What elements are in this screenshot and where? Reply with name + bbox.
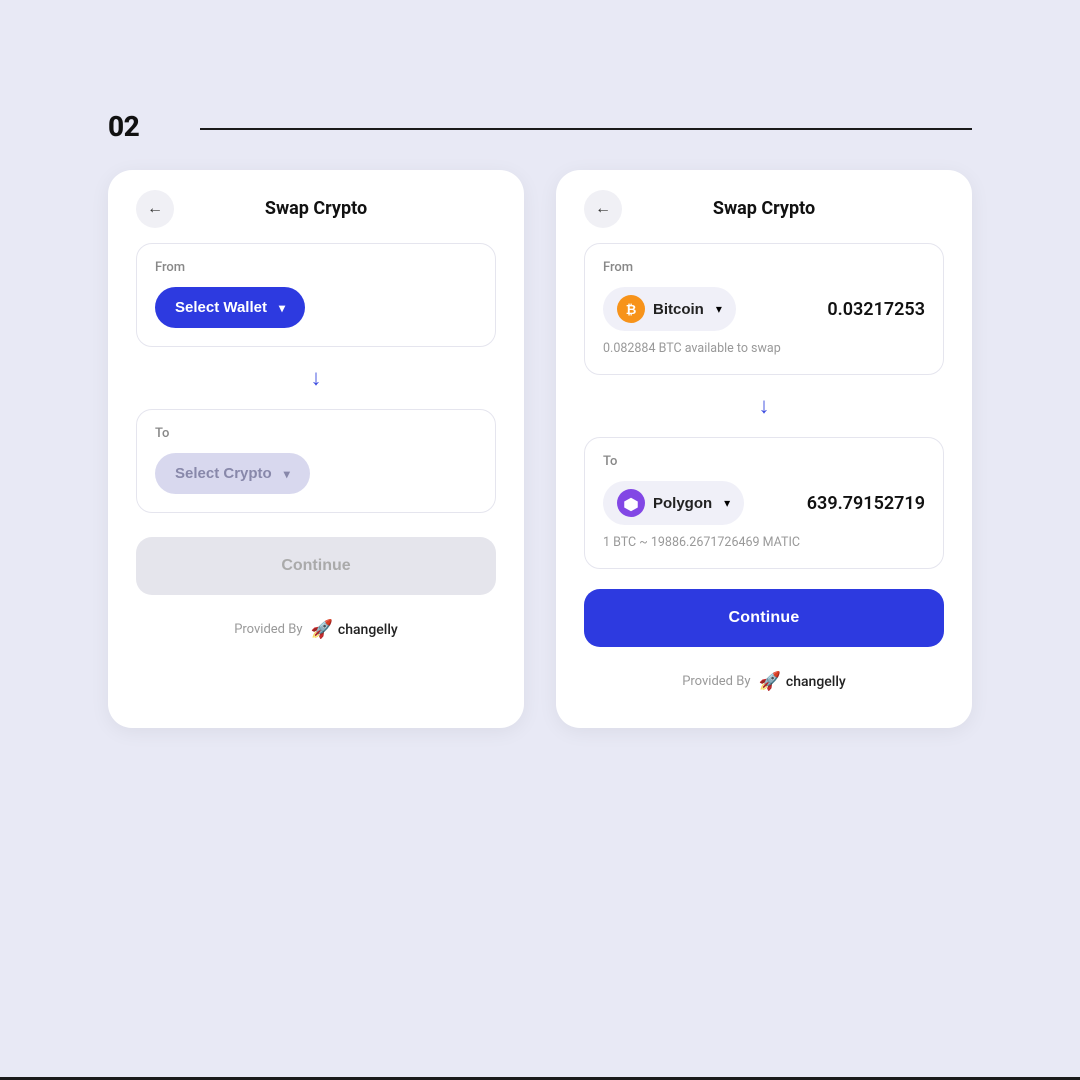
polygon-selector[interactable]: Polygon ▾ [603, 481, 744, 525]
polygon-chevron-icon: ▾ [724, 496, 730, 510]
card-filled-state: ← Swap Crypto From ₿ Bitcoin ▾ 0.0321725… [556, 170, 972, 728]
card2-from-label: From [603, 260, 925, 275]
card1-changelly-logo: 🚀 changelly [311, 619, 398, 640]
card2-changelly-logo: 🚀 changelly [759, 671, 846, 692]
card1-to-label: To [155, 426, 477, 441]
card1-back-button[interactable]: ← [136, 190, 174, 228]
card1-provided-by: Provided By 🚀 changelly [136, 619, 496, 640]
card2-changelly-rocket-icon: 🚀 [759, 671, 781, 692]
cards-container: ← Swap Crypto From Select Wallet ▾ ↓ To … [108, 170, 972, 728]
polygon-icon [617, 489, 645, 517]
chevron-down-icon-2: ▾ [284, 467, 290, 481]
card1-to-section: To Select Crypto ▾ [136, 409, 496, 513]
card2-to-section: To Polygon ▾ 639.79152719 1 BTC ~ 19886.… [584, 437, 944, 569]
card1-title: Swap Crypto [265, 198, 367, 219]
card2-title: Swap Crypto [713, 198, 815, 219]
bitcoin-chevron-icon: ▾ [716, 302, 722, 316]
bitcoin-icon: ₿ [617, 295, 645, 323]
card2-to-row: Polygon ▾ 639.79152719 [603, 481, 925, 525]
card2-provided-by-label: Provided By [682, 674, 750, 689]
card1-changelly-name: changelly [338, 622, 398, 638]
card1-header: ← Swap Crypto [136, 198, 496, 219]
card2-continue-button[interactable]: Continue [584, 589, 944, 647]
select-crypto-label: Select Crypto [175, 465, 272, 482]
card1-provided-by-label: Provided By [234, 622, 302, 637]
card1-from-section: From Select Wallet ▾ [136, 243, 496, 347]
bitcoin-amount: 0.03217253 [827, 299, 925, 320]
bitcoin-selector[interactable]: ₿ Bitcoin ▾ [603, 287, 736, 331]
card-empty-state: ← Swap Crypto From Select Wallet ▾ ↓ To … [108, 170, 524, 728]
polygon-rate: 1 BTC ~ 19886.2671726469 MATIC [603, 535, 925, 550]
card1-swap-arrow: ↓ [136, 365, 496, 391]
select-crypto-button[interactable]: Select Crypto ▾ [155, 453, 310, 494]
card2-from-row: ₿ Bitcoin ▾ 0.03217253 [603, 287, 925, 331]
select-wallet-label: Select Wallet [175, 299, 267, 316]
step-number: 02 [108, 110, 139, 143]
card2-provided-by: Provided By 🚀 changelly [584, 671, 944, 692]
select-wallet-button[interactable]: Select Wallet ▾ [155, 287, 305, 328]
card2-swap-arrow: ↓ [584, 393, 944, 419]
card2-back-button[interactable]: ← [584, 190, 622, 228]
bitcoin-available: 0.082884 BTC available to swap [603, 341, 925, 356]
card1-from-label: From [155, 260, 477, 275]
card2-changelly-name: changelly [786, 674, 846, 690]
bitcoin-name: Bitcoin [653, 301, 704, 318]
card1-continue-button[interactable]: Continue [136, 537, 496, 595]
card2-to-label: To [603, 454, 925, 469]
step-divider [200, 128, 972, 130]
card2-from-section: From ₿ Bitcoin ▾ 0.03217253 0.082884 BTC… [584, 243, 944, 375]
changelly-rocket-icon: 🚀 [311, 619, 333, 640]
chevron-down-icon: ▾ [279, 301, 285, 315]
polygon-amount: 639.79152719 [807, 493, 925, 514]
polygon-name: Polygon [653, 495, 712, 512]
card2-header: ← Swap Crypto [584, 198, 944, 219]
